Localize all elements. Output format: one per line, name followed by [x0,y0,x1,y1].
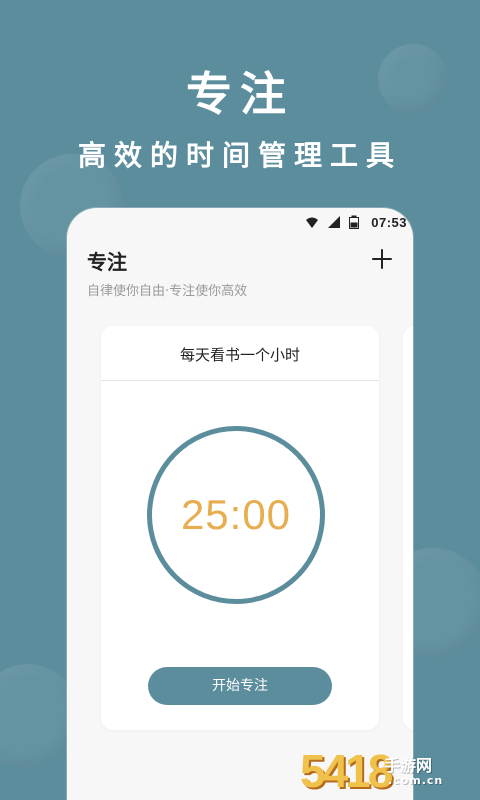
wifi-icon [305,215,319,229]
status-bar: 07:53 [305,212,407,232]
status-time: 07:53 [371,214,407,230]
page-title: 专注 [87,250,127,274]
hero-title: 专注 [186,67,294,121]
start-focus-button[interactable]: 开始专注 [148,667,332,705]
site-watermark: 5418 手游网 .com.cn [300,745,468,797]
focus-task-card[interactable]: 每天看书一个小时 25:00 开始专注 [101,326,379,730]
hero-subtitle: 高效的时间管理工具 [77,139,402,172]
watermark-domain: .com.cn [388,774,444,787]
battery-icon [349,215,363,229]
next-task-card-peek[interactable] [403,326,413,730]
watermark-number: 5418 [300,745,393,797]
signal-icon [327,215,341,229]
timer-display: 25:00 [180,491,292,538]
page-subtitle: 自律使你自由·专注使你高效 [87,284,248,299]
card-divider [101,380,379,381]
phone-frame: 07:53 专注 自律使你自由·专注使你高效 每天看书一个小时 25:00 开始… [67,208,413,800]
task-title: 每天看书一个小时 [179,346,300,364]
add-task-button[interactable] [371,248,393,270]
watermark-text: 手游网 [384,756,433,775]
